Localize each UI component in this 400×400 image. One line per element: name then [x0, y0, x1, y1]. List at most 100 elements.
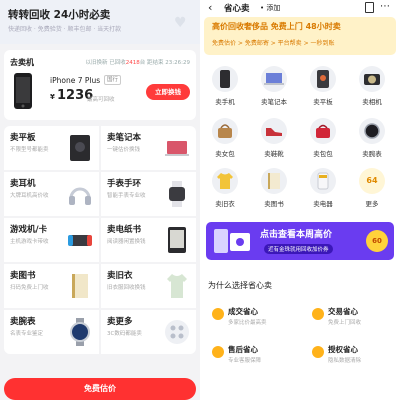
grid-label: 卖旧衣 — [215, 200, 235, 208]
weekly-price-promo[interactable]: 点击查看本周高价 近有金珠就用回收加价券 60 — [206, 222, 394, 260]
more-grid-icon — [165, 320, 189, 344]
add-button[interactable]: • 添加 — [260, 3, 280, 13]
category-desc: 智能手表专业收 — [107, 193, 146, 199]
category-card-gaming[interactable]: 游戏机/卡 主机游戏卡带收 — [4, 218, 99, 262]
promo-device-icon — [214, 229, 250, 253]
phone-tag: 国行 — [104, 75, 122, 85]
grid-label: 卖笔记本 — [261, 98, 287, 106]
more-icon: 64 — [359, 168, 385, 194]
page-title: 转转回收 24小时必卖 — [8, 9, 111, 21]
category-title: 卖更多 — [107, 317, 133, 327]
category-card-earphones[interactable]: 卖耳机 大牌耳机高价收 — [4, 172, 99, 216]
grid-item-tablet[interactable]: 卖平板 — [304, 66, 342, 118]
right-panel: ‹ 省心卖 • 添加 ⋯ 高价回收奢侈品 免费上门 48小时卖 免费估价 > 免… — [200, 0, 400, 400]
phone-icon — [212, 66, 238, 92]
feature-desc: 专业客服保障 — [228, 358, 262, 364]
grid-label: 卖手机 — [215, 98, 235, 106]
grid-item-bags[interactable]: 卖包包 — [304, 118, 342, 170]
promo-coin-badge: 60 — [366, 230, 388, 252]
grid-item-appliance[interactable]: 卖电器 — [304, 168, 342, 220]
grid-label: 更多 — [365, 200, 379, 208]
grid-item-phone[interactable]: 卖手机 — [206, 66, 244, 118]
shoe-icon — [261, 118, 287, 144]
category-desc: 扫码免费上门收 — [10, 285, 49, 291]
grid-item-books[interactable]: 卖图书 — [255, 168, 293, 220]
free-estimate-button[interactable]: 免费估价 — [4, 378, 196, 400]
share-icon[interactable] — [365, 2, 374, 13]
category-desc: 不限型号都能卖 — [10, 147, 49, 153]
feature-desc: 免费上门回收 — [328, 320, 362, 326]
category-title: 卖笔记本 — [107, 133, 142, 143]
shield-icon — [312, 346, 324, 358]
category-card-laptop[interactable]: 卖笔记本 一键估价换钱 — [101, 126, 196, 170]
countdown-prefix: 以旧换新 已回收 — [85, 60, 126, 66]
feature-aftersale: 售后省心 专业客服保障 — [212, 344, 302, 374]
category-title: 卖电纸书 — [107, 225, 142, 235]
grid-item-more[interactable]: 64 更多 — [353, 168, 391, 220]
handbag-icon — [212, 118, 238, 144]
tablet-icon — [310, 66, 336, 92]
grid-label: 卖电器 — [313, 200, 333, 208]
wristwatch-icon — [70, 318, 90, 346]
luxury-banner[interactable]: 高价回收奢侈品 免费上门 48小时卖 免费估价 > 免费邮寄 > 平台帮卖 > … — [204, 17, 396, 55]
category-desc: 名表专业鉴定 — [10, 331, 44, 337]
laptop-icon — [165, 141, 189, 156]
tablet-icon — [70, 135, 90, 161]
book-icon — [72, 274, 88, 298]
check-icon — [212, 308, 224, 320]
why-choose-heading: 为什么选择省心卖 — [208, 281, 272, 290]
grid-label: 卖鞋靴 — [264, 150, 284, 158]
feature-auth: 授权省心 隐私数据清除 — [312, 344, 400, 374]
shirt-icon — [167, 274, 187, 298]
category-desc: 主机游戏卡带收 — [10, 239, 49, 245]
grid-item-camera[interactable]: 卖相机 — [353, 66, 391, 118]
back-icon[interactable]: ‹ — [208, 1, 212, 14]
appliance-icon — [310, 168, 336, 194]
price-symbol: ¥ — [50, 93, 55, 101]
grid-item-laptop[interactable]: 卖笔记本 — [255, 66, 293, 118]
category-card-wristwatch[interactable]: 卖腕表 名表专业鉴定 — [4, 310, 99, 354]
category-card-books[interactable]: 卖图书 扫码免费上门收 — [4, 264, 99, 308]
grid-item-clothes[interactable]: 卖旧衣 — [206, 168, 244, 220]
category-title: 卖耳机 — [10, 179, 36, 189]
book-icon — [261, 168, 287, 194]
feature-desc: 多家比价最高卖 — [228, 320, 267, 326]
grid-item-watch[interactable]: 卖腕表 — [353, 118, 391, 170]
service-icon — [212, 346, 224, 358]
feature-desc: 隐私数据清除 — [328, 358, 362, 364]
header: 转转回收 24小时必卖 快递回收 · 免费验货 · 顺丰包邮 · 当天打款 ♥ — [0, 0, 200, 44]
grid-item-shoes[interactable]: 卖鞋靴 — [255, 118, 293, 170]
category-card-ereader[interactable]: 卖电纸书 阅读器闲置换钱 — [101, 218, 196, 262]
redeem-button[interactable]: 立即换钱 — [146, 84, 190, 100]
category-desc: 大牌耳机高价收 — [10, 193, 49, 199]
grid-label: 卖图书 — [264, 200, 284, 208]
countdown-suffix: 台 距结束 23:26:29 — [139, 60, 190, 66]
laptop-icon — [261, 66, 287, 92]
grid-label: 卖腕表 — [362, 150, 382, 158]
game-console-icon — [68, 235, 92, 246]
sell-phone-card[interactable]: 去卖机 以旧换新 已回收2418台 距结束 23:26:29 iPhone 7 … — [4, 50, 196, 120]
grid-label: 卖相机 — [362, 98, 382, 106]
heart-icon: ♥ — [174, 15, 187, 31]
grid-label: 卖女包 — [215, 150, 235, 158]
category-title: 手表手环 — [107, 179, 142, 189]
category-card-more[interactable]: 卖更多 3C数码都能卖 — [101, 310, 196, 354]
category-desc: 阅读器闲置换钱 — [107, 239, 146, 245]
category-desc: 一键估价换钱 — [107, 147, 141, 153]
sell-countdown: 以旧换新 已回收2418台 距结束 23:26:29 — [86, 58, 190, 66]
category-desc: 旧衣服回收换钱 — [107, 285, 146, 291]
grid-label: 卖包包 — [313, 150, 333, 158]
promo-title: 点击查看本周高价 — [260, 230, 333, 240]
feature-title: 交易省心 — [328, 307, 358, 316]
category-card-watch[interactable]: 手表手环 智能手表专业收 — [101, 172, 196, 216]
more-icon[interactable]: ⋯ — [380, 1, 390, 12]
ereader-icon — [168, 227, 186, 253]
category-desc: 3C数码都能卖 — [107, 331, 142, 337]
category-title: 卖图书 — [10, 271, 36, 281]
category-card-clothes[interactable]: 卖旧衣 旧衣服回收换钱 — [101, 264, 196, 308]
grid-label: 卖平板 — [313, 98, 333, 106]
category-card-tablet[interactable]: 卖平板 不限型号都能卖 — [4, 126, 99, 170]
smartwatch-icon — [169, 181, 185, 207]
grid-item-womens-bag[interactable]: 卖女包 — [206, 118, 244, 170]
countdown-count: 2418 — [125, 60, 140, 66]
